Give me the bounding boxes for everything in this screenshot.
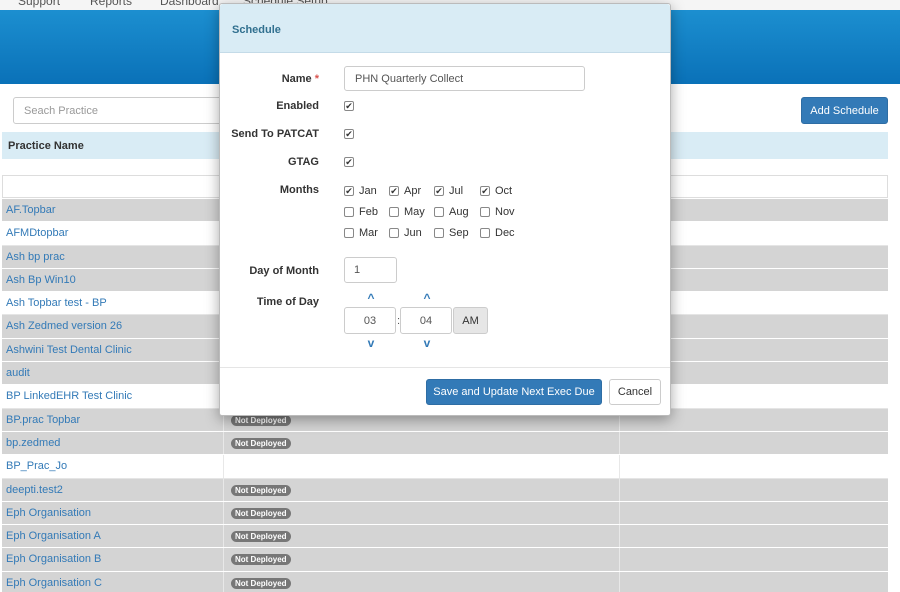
practice-name-link[interactable]: deepti.test2 (6, 484, 63, 496)
enabled-checkbox[interactable]: ✔ (344, 101, 354, 111)
month-label-oct: Oct (495, 185, 513, 197)
practice-name-link[interactable]: Ash bp prac (6, 251, 65, 263)
month-checkbox-nov[interactable] (480, 207, 490, 217)
status-badge: Not Deployed (231, 414, 291, 426)
month-label-apr: Apr (404, 185, 422, 197)
am-pm-toggle-button[interactable]: AM (453, 307, 488, 334)
practice-name-link[interactable]: BP.prac Topbar (6, 414, 80, 426)
table-row[interactable]: deepti.test2 Not Deployed (2, 478, 888, 502)
cancel-button[interactable]: Cancel (609, 379, 661, 405)
practice-name-link[interactable]: Ash Bp Win10 (6, 274, 76, 286)
day-of-month-label: Day of Month (249, 265, 319, 277)
add-schedule-button[interactable]: Add Schedule (801, 97, 888, 124)
month-checkbox-jun[interactable] (389, 228, 399, 238)
practice-name-link[interactable]: Eph Organisation A (6, 530, 101, 542)
hour-input[interactable] (344, 307, 396, 334)
status-cell: Not Deployed (223, 501, 620, 525)
month-checkbox-sep[interactable] (434, 228, 444, 238)
month-checkbox-dec[interactable] (480, 228, 490, 238)
practice-name-link[interactable]: Ash Zedmed version 26 (6, 320, 122, 332)
practice-name-link[interactable]: BP_Prac_Jo (6, 460, 67, 472)
month-label-jan: Jan (359, 185, 377, 197)
month-checkbox-aug[interactable] (434, 207, 444, 217)
month-label-feb: Feb (359, 206, 378, 218)
month-label-sep: Sep (449, 227, 469, 239)
name-label: Name * (281, 73, 319, 85)
month-label-jul: Jul (449, 185, 464, 197)
search-practice-input[interactable] (13, 97, 223, 124)
month-checkbox-may[interactable] (389, 207, 399, 217)
table-row[interactable]: Eph Organisation Not Deployed (2, 501, 888, 526)
month-label-may: May (404, 206, 425, 218)
practice-name-link[interactable]: AF.Topbar (6, 204, 56, 216)
month-label-aug: Aug (449, 206, 469, 218)
month-checkbox-apr[interactable]: ✔ (389, 186, 399, 196)
status-badge: Not Deployed (231, 554, 291, 566)
month-checkbox-jan[interactable]: ✔ (344, 186, 354, 196)
table-row[interactable]: Eph Organisation A Not Deployed (2, 525, 888, 549)
status-cell: Not Deployed (223, 525, 620, 548)
status-cell: Not Deployed (223, 431, 620, 455)
status-cell (223, 455, 620, 478)
modal-header: Schedule (220, 4, 670, 53)
practice-name-link[interactable]: Ashwini Test Dental Clinic (6, 344, 132, 356)
status-cell: Not Deployed (223, 571, 620, 592)
gtag-checkbox[interactable]: ✔ (344, 157, 354, 167)
hour-increment-chevron-up-icon[interactable]: ^ (364, 292, 378, 304)
day-of-month-input[interactable] (344, 257, 397, 283)
save-and-update-button[interactable]: Save and Update Next Exec Due (426, 379, 602, 405)
minute-increment-chevron-up-icon[interactable]: ^ (420, 292, 434, 304)
nav-dashboard[interactable]: Dashboard (160, 0, 219, 8)
enabled-label: Enabled (276, 100, 319, 112)
month-label-mar: Mar (359, 227, 378, 239)
practice-name-link[interactable]: Ash Topbar test - BP (6, 297, 107, 309)
status-badge: Not Deployed (231, 507, 291, 519)
status-badge: Not Deployed (231, 577, 291, 589)
minute-decrement-chevron-down-icon[interactable]: v (420, 337, 434, 349)
column-practice-name[interactable]: Practice Name (8, 140, 84, 152)
nav-reports[interactable]: Reports (90, 0, 132, 8)
month-checkbox-feb[interactable] (344, 207, 354, 217)
required-marker: * (314, 73, 319, 85)
practice-name-link[interactable]: BP LinkedEHR Test Clinic (6, 390, 132, 402)
status-cell: Not Deployed (223, 548, 620, 571)
practice-name-link[interactable]: Eph Organisation C (6, 577, 102, 589)
nav-support[interactable]: Support (18, 0, 60, 8)
modal-title: Schedule (232, 24, 281, 36)
practice-name-link[interactable]: bp.zedmed (6, 437, 60, 449)
send-to-patcat-checkbox[interactable]: ✔ (344, 129, 354, 139)
month-checkbox-jul[interactable]: ✔ (434, 186, 444, 196)
practice-name-link[interactable]: Eph Organisation (6, 507, 91, 519)
modal-footer-divider (220, 367, 670, 368)
status-badge: Not Deployed (231, 531, 291, 543)
status-cell: Not Deployed (223, 478, 620, 501)
status-badge: Not Deployed (231, 484, 291, 496)
practice-name-link[interactable]: Eph Organisation B (6, 553, 101, 565)
table-row[interactable]: Eph Organisation C Not Deployed (2, 571, 888, 592)
send-to-patcat-label: Send To PATCAT (231, 128, 319, 140)
practice-name-link[interactable]: AFMDtopbar (6, 227, 68, 239)
month-label-dec: Dec (495, 227, 515, 239)
month-checkbox-mar[interactable] (344, 228, 354, 238)
hour-decrement-chevron-down-icon[interactable]: v (364, 337, 378, 349)
schedule-modal: Schedule Name * Enabled ✔ Send To PATCAT… (219, 3, 671, 416)
practice-name-link[interactable]: audit (6, 367, 30, 379)
table-row[interactable]: BP_Prac_Jo (2, 455, 888, 479)
months-label: Months (279, 184, 319, 196)
month-checkbox-oct[interactable]: ✔ (480, 186, 490, 196)
month-label-jun: Jun (404, 227, 422, 239)
status-badge: Not Deployed (231, 437, 291, 449)
time-of-day-label: Time of Day (256, 296, 319, 308)
table-row[interactable]: Eph Organisation B Not Deployed (2, 548, 888, 572)
table-row[interactable]: bp.zedmed Not Deployed (2, 431, 888, 456)
month-label-nov: Nov (495, 206, 515, 218)
schedule-name-input[interactable] (344, 66, 585, 91)
minute-input[interactable] (400, 307, 452, 334)
gtag-label: GTAG (288, 156, 319, 168)
